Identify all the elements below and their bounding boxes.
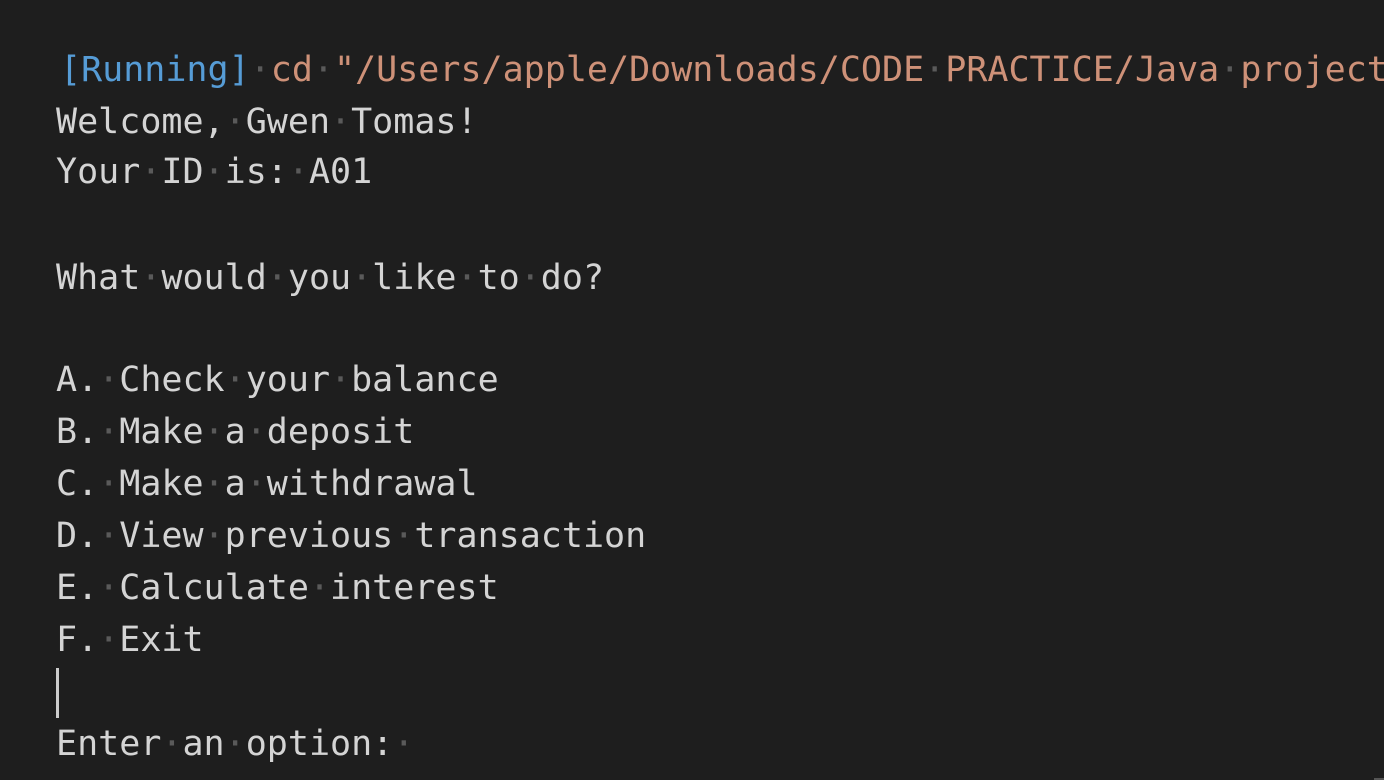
whitespace-marker: · (98, 516, 120, 556)
menu-option-b: B.·Make·a·deposit (56, 412, 415, 452)
whitespace-marker: · (203, 412, 225, 452)
whitespace-marker: · (203, 516, 225, 556)
menu-option-d: D.·View·previous·transaction (56, 516, 647, 556)
whitespace-marker: · (161, 724, 183, 764)
menu-option-a: A.·Check·your·balance (56, 360, 499, 400)
whitespace-marker: · (245, 464, 267, 504)
running-tag: [Running] (60, 50, 250, 90)
whitespace-marker: · (519, 258, 541, 298)
whitespace-marker: · (924, 50, 946, 90)
text-cursor (56, 668, 59, 718)
whitespace-marker: · (98, 464, 120, 504)
welcome-message: Welcome,·Gwen·Tomas! (56, 102, 478, 142)
whitespace-marker: · (393, 724, 415, 764)
user-id-line: Your·ID·is:·A01 (56, 152, 373, 192)
whitespace-marker: · (98, 620, 120, 660)
whitespace-marker: · (140, 152, 162, 192)
whitespace-marker: · (140, 258, 162, 298)
whitespace-marker: · (1219, 50, 1241, 90)
whitespace-marker: · (203, 152, 225, 192)
whitespace-marker: · (224, 102, 246, 142)
whitespace-marker: · (224, 724, 246, 764)
terminal-output-panel[interactable]: [Running]·cd·"/Users/apple/Downloads/COD… (0, 0, 1384, 780)
whitespace-marker: · (98, 568, 120, 608)
option-prompt[interactable]: Enter·an·option:· (56, 718, 414, 770)
whitespace-marker: · (98, 360, 120, 400)
whitespace-marker: · (393, 516, 415, 556)
whitespace-marker: · (245, 412, 267, 452)
whitespace-marker: · (456, 258, 478, 298)
menu-option-e: E.·Calculate·interest (56, 568, 499, 608)
whitespace-marker: · (330, 360, 352, 400)
menu-option-c: C.·Make·a·withdrawal (56, 464, 478, 504)
whitespace-marker: · (249, 50, 271, 90)
whitespace-marker: · (203, 464, 225, 504)
whitespace-marker: · (98, 412, 120, 452)
whitespace-marker: · (266, 258, 288, 298)
run-command-line: [Running]·cd·"/Users/apple/Downloads/COD… (60, 44, 1384, 96)
whitespace-marker: · (351, 258, 373, 298)
whitespace-marker: · (330, 102, 352, 142)
whitespace-marker: · (308, 568, 331, 608)
menu-option-f: F.·Exit (56, 620, 204, 660)
menu-question: What·would·you·like·to·do? (56, 258, 605, 298)
run-command-text: cd·"/Users/apple/Downloads/CODE·PRACTICE… (270, 50, 1384, 90)
whitespace-marker: · (224, 360, 246, 400)
whitespace-marker: · (287, 152, 309, 192)
whitespace-marker: · (312, 50, 334, 90)
